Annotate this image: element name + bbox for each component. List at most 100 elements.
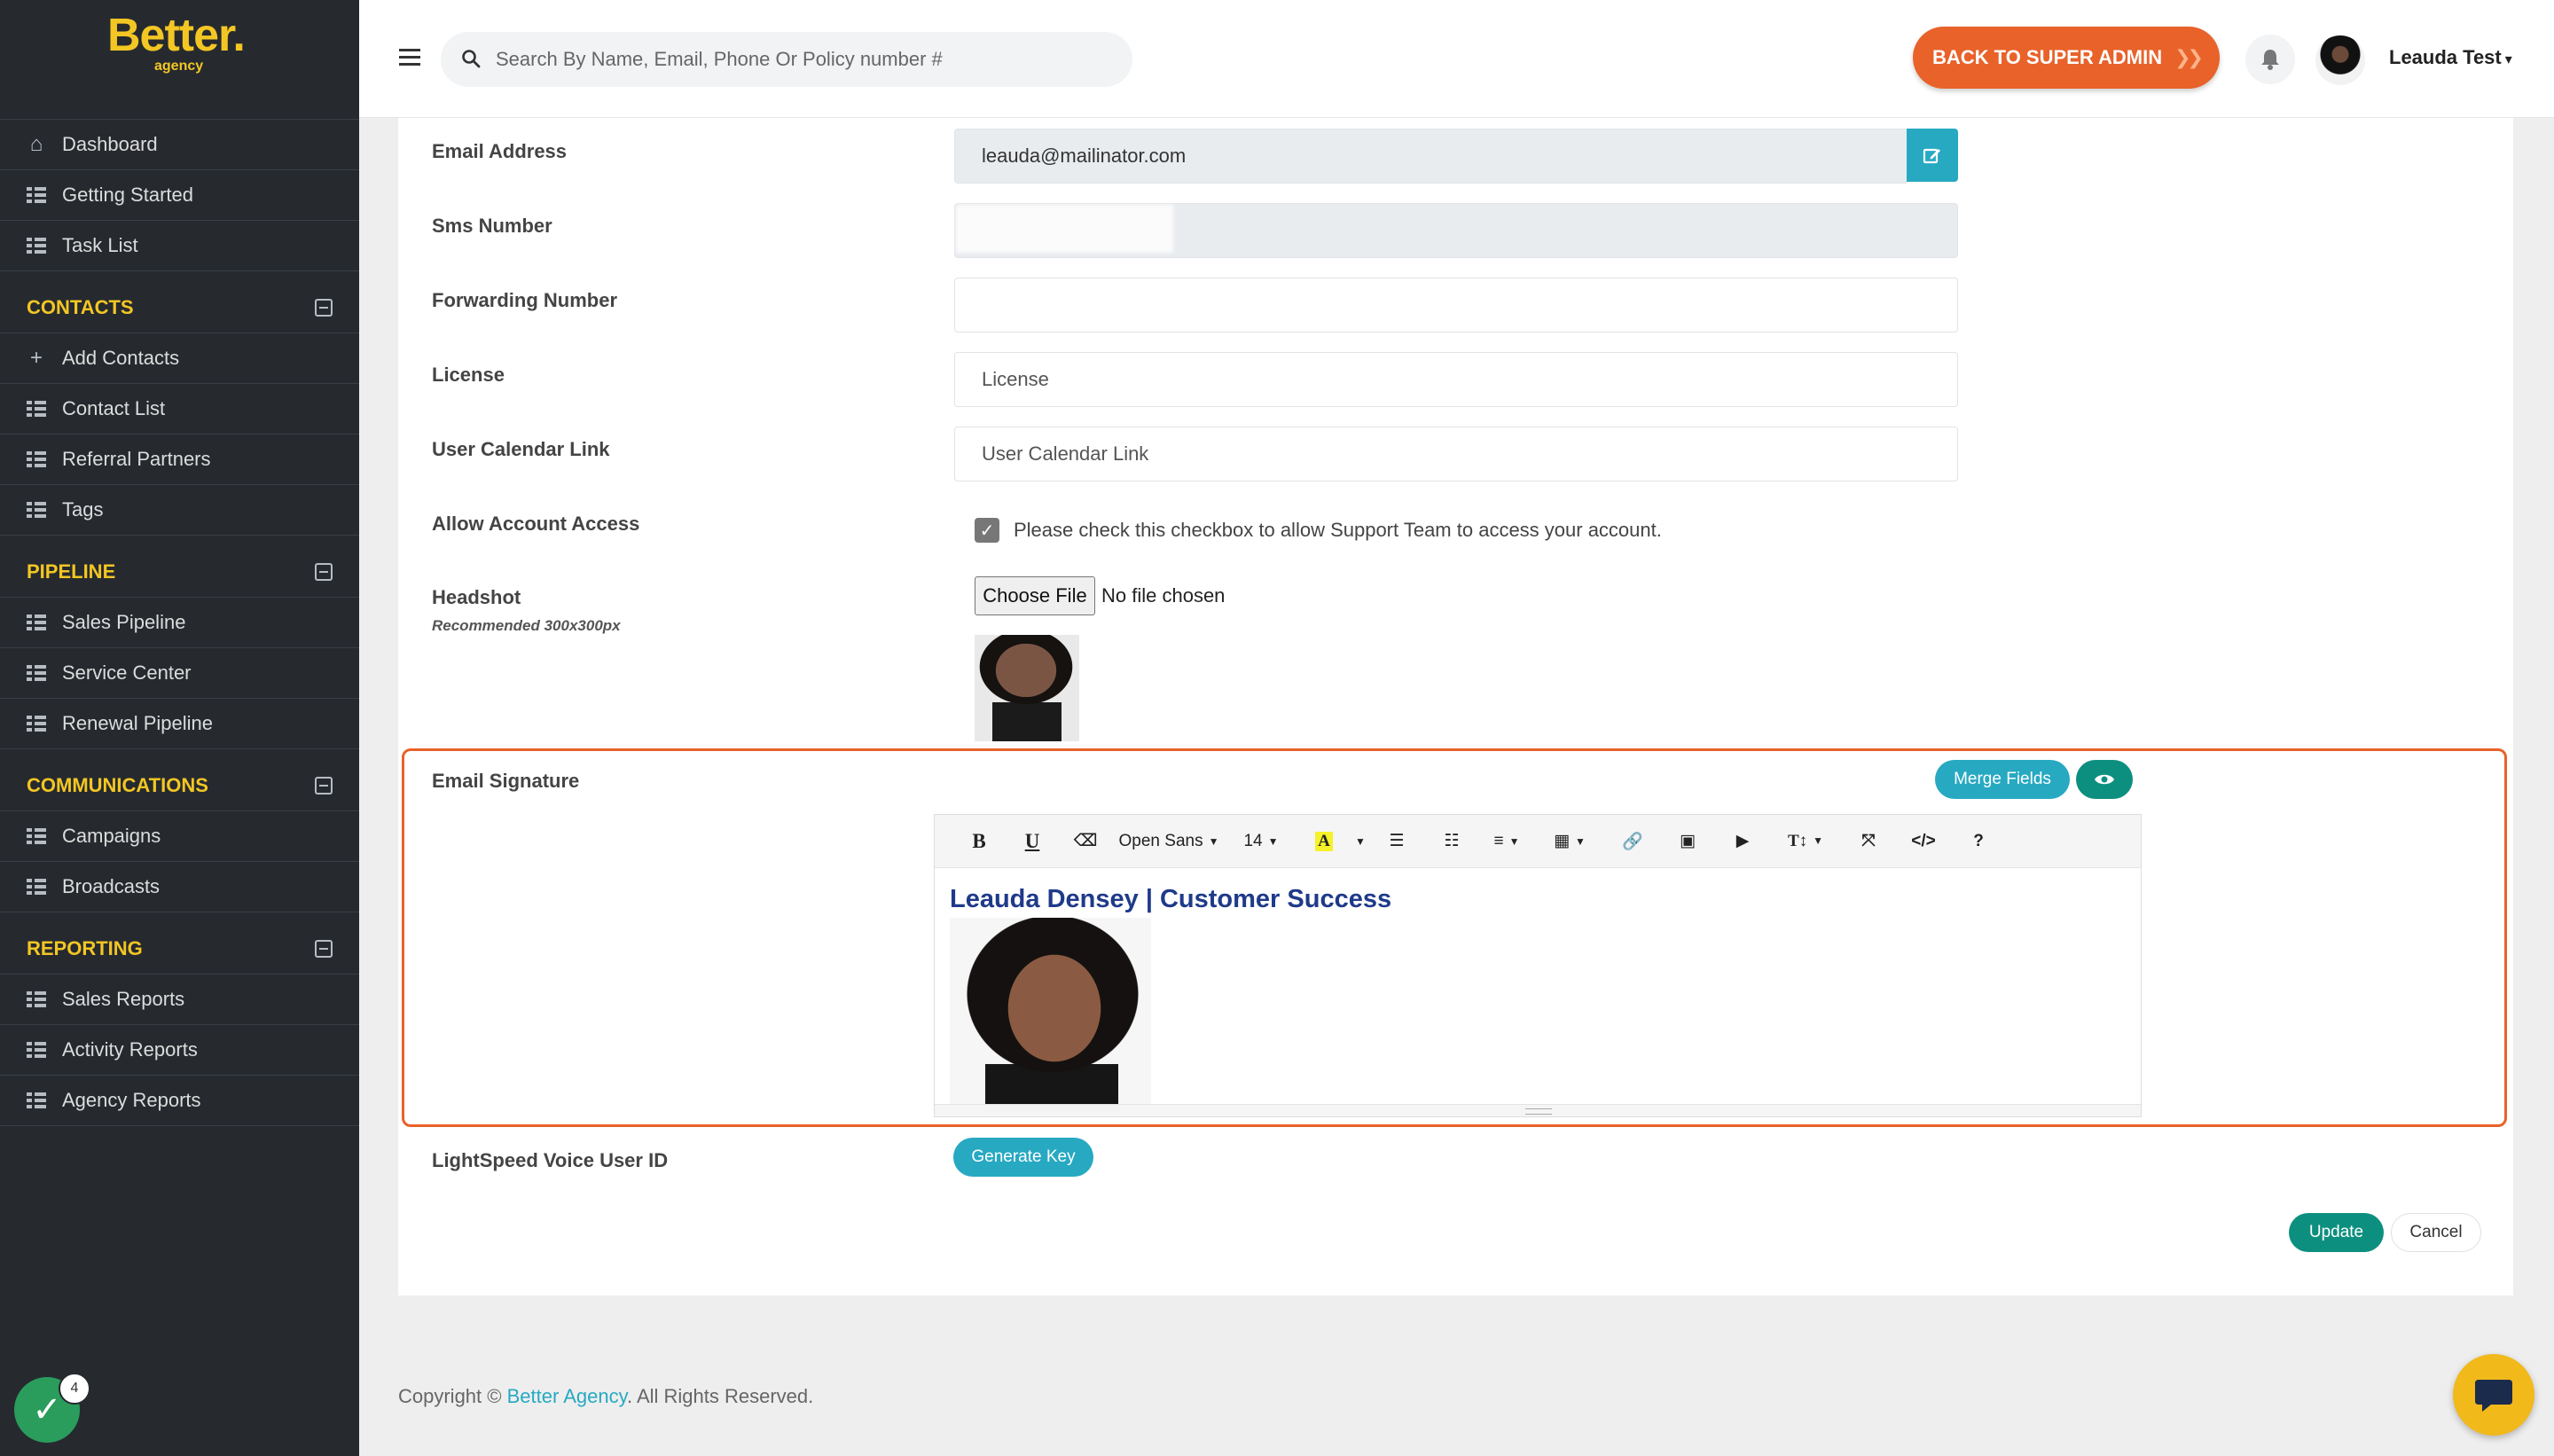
sidebar-item-label: Renewal Pipeline xyxy=(62,712,213,734)
fullscreen-icon[interactable]: ⤧ xyxy=(1841,815,1896,868)
list-icon xyxy=(27,401,46,417)
sidebar-item-referral-partners[interactable]: Referral Partners xyxy=(0,434,359,485)
table-icon[interactable]: ▦ ▼ xyxy=(1534,815,1605,868)
color-dropdown-icon[interactable]: ▼ xyxy=(1351,815,1369,868)
sidebar-item-broadcasts[interactable]: Broadcasts xyxy=(0,862,359,912)
sidebar-item-agency-reports[interactable]: Agency Reports xyxy=(0,1076,359,1126)
signature-label: Email Signature xyxy=(432,770,580,792)
choose-file-label: Choose File xyxy=(983,584,1087,607)
list-icon xyxy=(27,879,46,895)
section-communications[interactable]: COMMUNICATIONS xyxy=(0,760,359,811)
footer-brand-link[interactable]: Better Agency xyxy=(507,1385,627,1407)
sidebar-item-contact-list[interactable]: Contact List xyxy=(0,384,359,434)
code-view-icon[interactable]: </> xyxy=(1896,815,1951,868)
sidebar-item-add-contacts[interactable]: + Add Contacts xyxy=(0,333,359,384)
preview-button[interactable] xyxy=(2076,760,2133,799)
lightspeed-label: LightSpeed Voice User ID xyxy=(432,1149,669,1171)
sidebar-item-task-list[interactable]: Task List xyxy=(0,221,359,271)
caret-down-icon: ▼ xyxy=(1508,834,1520,848)
list-icon xyxy=(27,665,46,681)
sidebar-item-tags[interactable]: Tags xyxy=(0,485,359,536)
editor-resize-handle[interactable] xyxy=(935,1104,2141,1116)
sidebar-item-dashboard[interactable]: ⌂ Dashboard xyxy=(0,120,359,170)
sidebar: Better. agency ⌂ Dashboard Getting Start… xyxy=(0,0,359,1456)
edit-email-button[interactable] xyxy=(1907,129,1958,182)
collapse-icon[interactable] xyxy=(315,298,333,317)
update-button[interactable]: Update xyxy=(2289,1213,2384,1252)
back-to-super-admin-button[interactable]: BACK TO SUPER ADMIN ❯❯ xyxy=(1913,27,2220,89)
align-icon[interactable]: ≡ ▼ xyxy=(1479,815,1534,868)
sidebar-item-sales-pipeline[interactable]: Sales Pipeline xyxy=(0,598,359,648)
sidebar-item-getting-started[interactable]: Getting Started xyxy=(0,170,359,221)
plus-icon: + xyxy=(29,346,43,370)
caret-down-icon: ▼ xyxy=(1813,834,1824,847)
text-style-icon[interactable]: T↕ ▼ xyxy=(1770,815,1841,868)
section-title: COMMUNICATIONS xyxy=(27,773,208,796)
list-icon xyxy=(27,614,46,630)
sidebar-item-service-center[interactable]: Service Center xyxy=(0,648,359,699)
sidebar-item-label: Getting Started xyxy=(62,184,193,206)
section-reporting[interactable]: REPORTING xyxy=(0,923,359,975)
signature-photo xyxy=(950,918,1151,1106)
email-field[interactable]: leauda@mailinator.com xyxy=(954,129,1908,184)
chat-button[interactable] xyxy=(2453,1354,2534,1436)
license-field[interactable]: License xyxy=(954,352,1958,407)
sidebar-item-renewal-pipeline[interactable]: Renewal Pipeline xyxy=(0,699,359,749)
image-icon[interactable]: ▣ xyxy=(1660,815,1715,868)
notifications-button[interactable] xyxy=(2245,35,2295,84)
headshot-hint: Recommended 300x300px xyxy=(432,617,621,634)
search-input[interactable]: Search By Name, Email, Phone Or Policy n… xyxy=(441,32,1132,87)
calendar-link-field[interactable]: User Calendar Link xyxy=(954,427,1958,481)
signature-editor[interactable]: B U ⌫ Open Sans ▼ 14 ▼ A ▼ ☰ ☷ ≡ ▼ ▦ ▼ 🔗 ▣ ▶… xyxy=(934,814,2142,1117)
search-icon xyxy=(462,50,481,68)
avatar[interactable] xyxy=(2315,35,2365,85)
cancel-label: Cancel xyxy=(2409,1223,2463,1241)
merge-fields-button[interactable]: Merge Fields xyxy=(1935,760,2070,799)
merge-fields-label: Merge Fields xyxy=(1954,770,2051,788)
chat-icon xyxy=(2475,1380,2512,1412)
user-menu[interactable]: Leauda Test ▾ xyxy=(2389,46,2512,69)
section-contacts[interactable]: CONTACTS xyxy=(0,282,359,333)
cancel-button[interactable]: Cancel xyxy=(2391,1213,2481,1252)
allow-access-checkbox[interactable]: ✓ xyxy=(975,518,999,543)
font-family-select[interactable]: Open Sans ▼ xyxy=(1112,815,1226,868)
collapse-icon[interactable] xyxy=(315,776,333,795)
bold-icon[interactable]: B xyxy=(952,815,1006,868)
sidebar-item-label: Broadcasts xyxy=(62,875,161,897)
footer-prefix: Copyright © xyxy=(398,1385,507,1407)
generate-key-label: Generate Key xyxy=(971,1147,1076,1166)
notification-count-badge: 4 xyxy=(59,1373,90,1405)
sidebar-item-label: Sales Pipeline xyxy=(62,611,186,633)
email-value: leauda@mailinator.com xyxy=(982,145,1187,167)
sidebar-item-label: Agency Reports xyxy=(62,1089,201,1111)
eraser-icon[interactable]: ⌫ xyxy=(1059,815,1112,868)
footer: Copyright © Better Agency. All Rights Re… xyxy=(398,1385,813,1408)
brand-logo[interactable]: Better. agency xyxy=(0,0,359,120)
topbar: Search By Name, Email, Phone Or Policy n… xyxy=(359,0,2554,118)
sidebar-item-activity-reports[interactable]: Activity Reports xyxy=(0,1025,359,1076)
text-color-button[interactable]: A xyxy=(1297,815,1351,868)
hamburger-menu-icon[interactable] xyxy=(399,49,420,67)
video-icon[interactable]: ▶ xyxy=(1715,815,1770,868)
section-pipeline[interactable]: PIPELINE xyxy=(0,546,359,598)
unordered-list-icon[interactable]: ☰ xyxy=(1369,815,1424,868)
ordered-list-icon[interactable]: ☷ xyxy=(1424,815,1479,868)
sidebar-item-label: Contact List xyxy=(62,397,166,419)
choose-file-button[interactable]: Choose File xyxy=(975,576,1095,615)
underline-icon[interactable]: U xyxy=(1006,815,1059,868)
collapse-icon[interactable] xyxy=(315,562,333,581)
sidebar-item-campaigns[interactable]: Campaigns xyxy=(0,811,359,862)
check-icon: ✓ xyxy=(32,1390,62,1429)
sidebar-item-sales-reports[interactable]: Sales Reports xyxy=(0,975,359,1025)
headshot-label: Headshot xyxy=(432,586,521,608)
sidebar-item-label: Task List xyxy=(62,234,138,256)
link-icon[interactable]: 🔗 xyxy=(1605,815,1660,868)
collapse-icon[interactable] xyxy=(315,939,333,958)
font-size-select[interactable]: 14 ▼ xyxy=(1226,815,1297,868)
forwarding-number-field[interactable] xyxy=(954,278,1958,333)
font-size-value: 14 xyxy=(1243,831,1263,850)
generate-key-button[interactable]: Generate Key xyxy=(953,1138,1093,1177)
super-admin-label: BACK TO SUPER ADMIN xyxy=(1932,46,2163,68)
help-icon[interactable]: ? xyxy=(1951,815,2006,868)
search-placeholder: Search By Name, Email, Phone Or Policy n… xyxy=(496,48,943,70)
